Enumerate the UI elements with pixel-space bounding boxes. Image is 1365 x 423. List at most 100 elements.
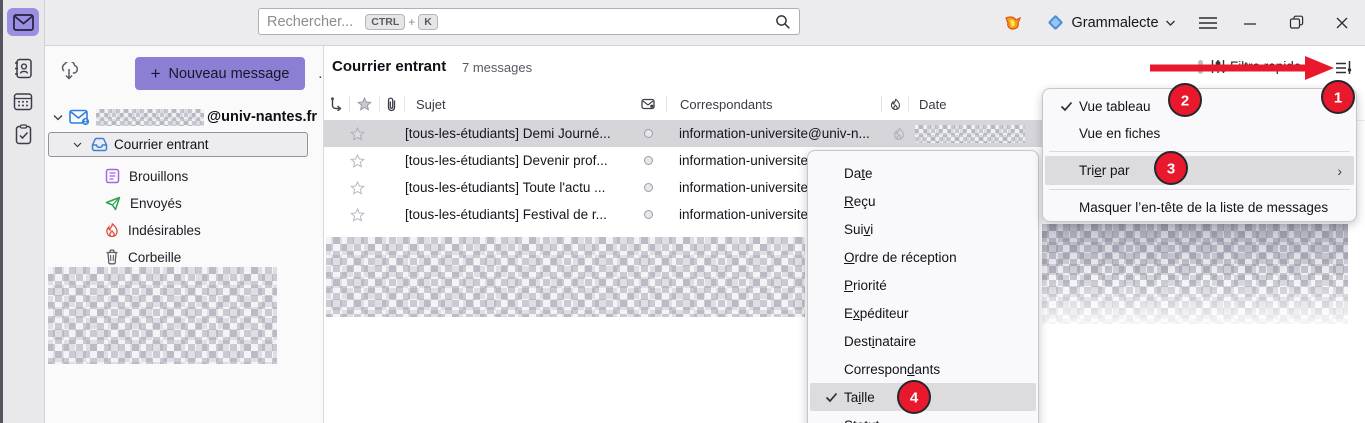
redacted-message-rows [326,237,805,317]
read-status-icon[interactable] [644,183,653,192]
folder-inbox-label: Courrier entrant [114,137,209,152]
star-icon[interactable] [350,207,365,222]
search-input[interactable]: Rechercher... CTRL + K [258,8,800,35]
junk-flame-icon [105,222,119,238]
app-menu-button[interactable] [1194,0,1222,45]
redacted-date [915,124,1025,143]
window-left-edge [0,0,3,423]
folder-trash-label: Corbeille [128,249,182,265]
quick-filter-label: Filtre rapide [1230,59,1302,74]
column-subject[interactable]: Sujet [416,97,641,112]
menu-item-vue-tableau[interactable]: Vue tableau [1045,93,1354,120]
toolbar-separator-pill [1198,60,1203,74]
star-icon[interactable] [350,180,365,195]
search-icon [775,14,791,30]
menu-item-destinataire[interactable]: Destinataire [810,327,1036,355]
menu-item-vue-en-fiches[interactable]: Vue en fiches [1045,120,1354,147]
kbd-plus: + [408,14,416,29]
junk-column-icon[interactable] [890,98,901,111]
space-tasks-button[interactable] [7,120,39,148]
star-icon[interactable] [350,126,365,141]
junk-flame-icon[interactable] [893,127,905,141]
menu-item-correspondants[interactable]: Correspondants [810,355,1036,383]
minimize-button[interactable] [1236,0,1264,45]
message-subject: [tous-les-étudiants] Toute l'actu ... [405,180,606,195]
account-row[interactable]: @univ-nantes.fr [49,106,319,128]
titlebar: Rechercher... CTRL + K Grammalecte [0,0,1365,46]
thread-column-icon[interactable] [330,97,343,111]
menu-item-priorite[interactable]: Priorité [810,271,1036,299]
read-status-icon[interactable] [644,156,653,165]
address-book-icon [14,58,33,79]
menu-item-suivi[interactable]: Suivi [810,215,1036,243]
folder-item-sent[interactable]: Envoyés [105,192,182,214]
get-messages-cloud-icon[interactable] [58,62,81,82]
new-message-label: Nouveau message [168,65,290,82]
menu-item-statut[interactable]: Statut [810,411,1036,423]
message-list-display-options-button[interactable] [1335,59,1353,76]
list-message-count: 7 messages [462,60,533,75]
folder-item-drafts[interactable]: Brouillons [105,165,188,187]
sent-icon [105,196,121,211]
folder-junk-labelled: Envoyés [130,195,182,211]
message-subject: [tous-les-étudiants] Demi Journé... [405,126,611,141]
folder-item-inbox[interactable]: Courrier entrant [48,132,308,157]
folder-junk-label: Indésirables [128,222,201,238]
message-subject: [tous-les-étudiants] Festival de r... [405,207,607,222]
star-icon[interactable] [350,153,365,168]
checkmark-icon [820,392,842,403]
menu-item-recu[interactable]: Reçu [810,187,1036,215]
grammalecte-label: Grammalecte [1071,14,1159,31]
menu-item-trier-par[interactable]: Trier par › [1045,156,1354,185]
kbd-ctrl-badge: CTRL [365,13,406,30]
star-column-icon[interactable] [357,97,372,111]
space-mail-button[interactable] [7,8,39,36]
menu-item-expediteur[interactable]: Expéditeur [810,299,1036,327]
drafts-icon [105,168,120,184]
redacted-folder-list [48,267,277,364]
space-calendar-button[interactable] [7,87,39,115]
menu-item-ordre-reception[interactable]: Ordre de réception [810,243,1036,271]
folder-item-junk[interactable]: Indésirables [105,219,201,241]
attachment-column-icon[interactable] [386,96,397,112]
trash-icon [105,249,119,265]
menu-item-masquer-entete[interactable]: Masquer l’en-tête de la liste de message… [1045,194,1354,221]
plus-icon: + [150,63,161,83]
spaces-toolbar [0,0,45,423]
column-correspondents[interactable]: Correspondants [680,97,880,112]
message-correspondent: information-universite@univ-n... [679,126,870,141]
maximize-restore-button[interactable] [1282,0,1310,45]
calendar-icon [13,91,33,111]
menu-item-date[interactable]: Date [810,159,1036,187]
grammalecte-dropdown-button[interactable]: Grammalecte [1036,0,1186,45]
account-domain: @univ-nantes.fr [207,109,318,125]
sort-by-submenu: Date Reçu Suivi Ordre de réception Prior… [807,150,1039,423]
message-subject: [tous-les-étudiants] Devenir prof... [405,153,608,168]
thunderbird-window: Rechercher... CTRL + K Grammalecte + Nou… [0,0,1365,423]
close-button[interactable] [1328,0,1356,45]
redacted-account-name [96,108,204,126]
menu-separator [1049,151,1350,152]
addon-flame-icon[interactable] [1000,0,1026,45]
menu-item-taille[interactable]: Taille [810,383,1036,411]
chevron-down-icon [1165,19,1176,27]
folder-item-trash[interactable]: Corbeille [105,246,181,268]
read-status-icon[interactable] [644,129,653,138]
menu-separator [1049,189,1350,190]
new-message-button[interactable]: + Nouveau message [135,57,305,90]
folder-pane: + Nouveau message ... @univ-nantes.fr Co… [45,46,333,423]
quick-filter-icon[interactable] [1210,59,1226,74]
list-title: Courrier entrant [332,58,447,75]
display-options-menu: Vue tableau Vue en fiches Trier par › Ma… [1042,88,1357,222]
read-status-icon[interactable] [644,210,653,219]
tasks-icon [15,123,32,145]
folder-drafts-label: Brouillons [129,168,189,184]
mail-icon [12,13,34,31]
search-placeholder: Rechercher... [267,13,354,30]
grammalecte-icon [1046,13,1065,32]
kbd-k-badge: K [418,13,438,30]
checkmark-icon [1055,101,1077,112]
unread-column-icon[interactable] [641,98,655,110]
column-date[interactable]: Date [919,97,946,112]
space-addressbook-button[interactable] [7,54,39,82]
